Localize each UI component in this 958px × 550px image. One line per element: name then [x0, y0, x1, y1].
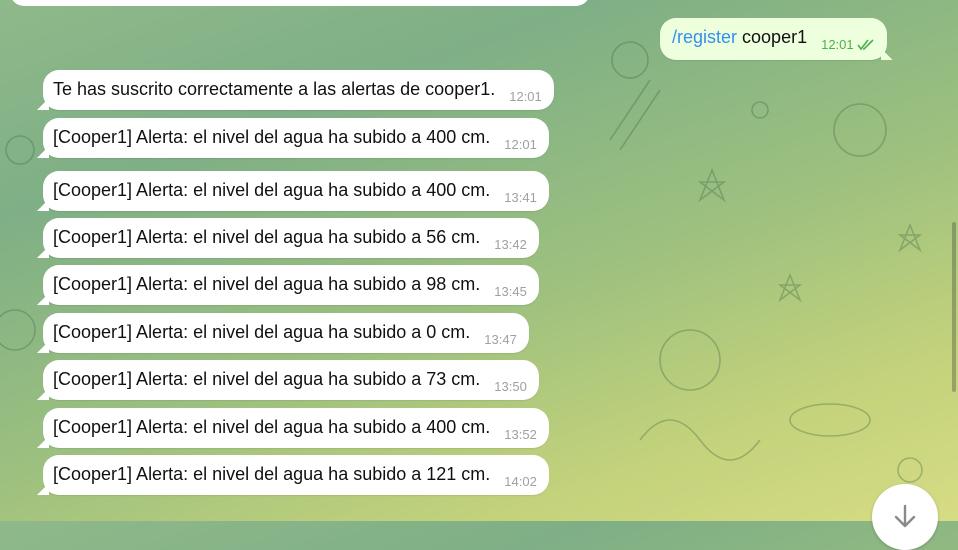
arrow-down-icon [890, 484, 920, 537]
incoming-message[interactable]: [Cooper1] Alerta: el nivel del agua ha s… [43, 455, 549, 495]
incoming-message[interactable]: [Cooper1] Alerta: el nivel del agua ha s… [43, 408, 549, 448]
double-check-icon [857, 36, 875, 58]
previous-message-edge [10, 0, 590, 6]
message-time: 12:01 [504, 137, 537, 152]
message-text: [Cooper1] Alerta: el nivel del agua ha s… [53, 227, 481, 247]
message-time: 13:47 [484, 332, 517, 347]
message-time: 13:52 [504, 427, 537, 442]
message-text: [Cooper1] Alerta: el nivel del agua ha s… [53, 127, 491, 147]
message-time: 13:45 [494, 284, 527, 299]
scroll-down-button[interactable] [872, 484, 938, 550]
message-time: 13:50 [494, 379, 527, 394]
outgoing-message[interactable]: /register cooper1 12:01 [660, 18, 887, 60]
message-time: 13:41 [504, 190, 537, 205]
message-text: [Cooper1] Alerta: el nivel del agua ha s… [53, 417, 491, 437]
chat-history[interactable]: /register cooper1 12:01 Te has suscrito c… [0, 0, 958, 521]
chat-scrollbar[interactable] [952, 222, 956, 392]
message-time: 14:02 [504, 474, 537, 489]
incoming-message[interactable]: [Cooper1] Alerta: el nivel del agua ha s… [43, 171, 549, 211]
message-text: [Cooper1] Alerta: el nivel del agua ha s… [53, 180, 491, 200]
message-text: Te has suscrito correctamente a las aler… [53, 79, 496, 99]
incoming-message[interactable]: [Cooper1] Alerta: el nivel del agua ha s… [43, 313, 529, 353]
message-time: 12:01 [821, 34, 875, 58]
command-argument: cooper1 [737, 27, 808, 47]
incoming-message[interactable]: [Cooper1] Alerta: el nivel del agua ha s… [43, 118, 549, 158]
message-text: [Cooper1] Alerta: el nivel del agua ha s… [53, 274, 481, 294]
message-text: [Cooper1] Alerta: el nivel del agua ha s… [53, 464, 491, 484]
message-text: [Cooper1] Alerta: el nivel del agua ha s… [53, 369, 481, 389]
incoming-message[interactable]: [Cooper1] Alerta: el nivel del agua ha s… [43, 360, 539, 400]
incoming-message[interactable]: Te has suscrito correctamente a las aler… [43, 70, 554, 110]
message-time: 12:01 [509, 89, 542, 104]
incoming-message[interactable]: [Cooper1] Alerta: el nivel del agua ha s… [43, 265, 539, 305]
message-text: [Cooper1] Alerta: el nivel del agua ha s… [53, 322, 471, 342]
register-command-link[interactable]: /register [672, 27, 737, 47]
incoming-message[interactable]: [Cooper1] Alerta: el nivel del agua ha s… [43, 218, 539, 258]
message-time: 13:42 [494, 237, 527, 252]
